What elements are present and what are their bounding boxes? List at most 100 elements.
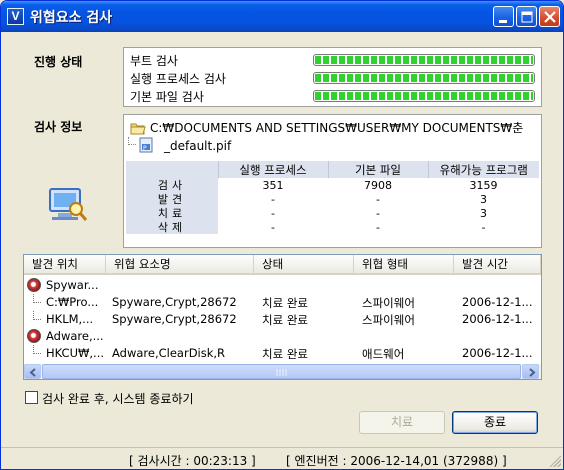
item-threat-name: Spyware,Crypt,28672	[112, 312, 237, 326]
progress-section-label: 진행 상태	[34, 55, 83, 69]
treat-button[interactable]: 치료	[359, 411, 445, 434]
table-cell: -	[376, 220, 380, 234]
progress-row-label: 기본 파일 검사	[130, 90, 204, 104]
status-bar: [ 검사시간 : 00:23:13 ] [ 엔진버전 : 2006-12-14,…	[1, 447, 563, 469]
table-header-corner	[126, 161, 219, 178]
column-header-threat-type[interactable]: 위협 형태	[354, 255, 454, 273]
column-header-location[interactable]: 발견 위치	[24, 255, 106, 273]
progress-fill	[315, 92, 533, 100]
progress-bar	[313, 90, 535, 102]
table-cell: 3	[480, 192, 487, 206]
scan-file-line: P _default.pif	[124, 135, 324, 155]
scrollbar-thumb[interactable]	[42, 364, 521, 379]
list-group-row[interactable]: Spywar...	[24, 277, 541, 294]
item-location: C:₩Pro...	[46, 295, 99, 309]
list-group-row[interactable]: Adware,...	[24, 328, 541, 345]
threat-group-icon	[27, 329, 41, 343]
item-found-time: 2006-12-1...	[462, 346, 533, 360]
item-location: HKLM,...	[46, 312, 94, 326]
close-icon	[544, 11, 556, 23]
item-threat-type: 스파이웨어	[362, 296, 415, 310]
maximize-icon	[521, 11, 533, 23]
item-status: 치료 완료	[262, 313, 308, 327]
table-row: 발견 - - 3	[126, 192, 539, 206]
horizontal-scrollbar[interactable]	[24, 364, 541, 379]
chevron-right-icon	[529, 368, 536, 377]
monitor-scan-icon	[46, 187, 90, 230]
progress-row-basic-file: 기본 파일 검사	[130, 88, 535, 104]
scan-window: V 위협요소 검사 진행 상태 부트 검사 실행 프로세스 검사 기본 파일 검…	[0, 0, 564, 470]
item-found-time: 2006-12-1...	[462, 295, 533, 309]
list-body: Spywar... C:₩Pro... Spyware,Crypt,28672 …	[24, 276, 541, 364]
threat-group-icon	[27, 278, 41, 292]
scroll-left-button[interactable]	[24, 364, 41, 379]
minimize-button[interactable]	[493, 6, 514, 27]
tree-connector	[128, 137, 136, 145]
shutdown-checkbox[interactable]	[25, 391, 38, 404]
table-header: 실행 프로세스	[218, 161, 329, 178]
list-item[interactable]: HKCU₩,... Adware,ClearDisk,R 치료 완료 애드웨어 …	[24, 345, 541, 362]
column-header-found-time[interactable]: 발견 시간	[454, 255, 541, 273]
scan-path: C:₩DOCUMENTS AND SETTINGS₩USER₩MY DOCUME…	[150, 121, 524, 135]
table-cell: -	[376, 192, 380, 206]
maximize-button[interactable]	[516, 6, 537, 27]
tree-connector	[33, 311, 41, 320]
table-row: 검사 351 7908 3159	[126, 178, 539, 192]
item-location: HKCU₩,...	[46, 346, 104, 360]
scan-path-line: C:₩DOCUMENTS AND SETTINGS₩USER₩MY DOCUME…	[130, 119, 523, 136]
column-header-status[interactable]: 상태	[254, 255, 354, 273]
scan-info-label: 검사 정보	[34, 120, 83, 134]
table-cell: -	[271, 192, 275, 206]
list-item[interactable]: C:₩Pro... Spyware,Crypt,28672 치료 완료 스파이웨…	[24, 294, 541, 311]
item-threat-name: Spyware,Crypt,28672	[112, 295, 237, 309]
progress-panel: 부트 검사 실행 프로세스 검사 기본 파일 검사	[123, 47, 542, 107]
progress-bar	[313, 54, 535, 66]
table-row: 치료 - - 3	[126, 206, 539, 220]
folder-icon	[130, 123, 146, 135]
row-label: 치료	[126, 206, 218, 220]
chevron-left-icon	[29, 368, 36, 377]
progress-row-boot: 부트 검사	[130, 52, 535, 68]
table-cell: -	[271, 220, 275, 234]
scroll-right-button[interactable]	[522, 364, 539, 379]
progress-fill	[315, 56, 533, 64]
progress-row-process: 실행 프로세스 검사	[130, 70, 535, 86]
scan-time: [ 검사시간 : 00:23:13 ]	[129, 454, 256, 468]
item-status: 치료 완료	[262, 347, 308, 361]
scan-stats-table: 실행 프로세스 기본 파일 유해가능 프로그램 검사 351 7908 3159…	[126, 161, 539, 234]
column-header-threat-name[interactable]: 위협 요소명	[106, 255, 254, 273]
table-cell: -	[481, 220, 486, 234]
group-name: Adware,...	[46, 329, 104, 343]
progress-row-label: 실행 프로세스 검사	[130, 72, 226, 86]
resize-grip-icon[interactable]	[549, 455, 561, 467]
item-found-time: 2006-12-1...	[462, 312, 533, 326]
progress-bar	[313, 72, 535, 84]
close-button[interactable]	[539, 6, 560, 27]
item-threat-type: 스파이웨어	[362, 313, 415, 327]
table-header: 기본 파일	[328, 161, 429, 178]
group-name: Spywar...	[46, 278, 99, 292]
grip-icon	[276, 369, 287, 376]
item-threat-name: Adware,ClearDisk,R	[112, 346, 226, 360]
table-cell: -	[271, 206, 275, 220]
list-item[interactable]: HKLM,... Spyware,Crypt,28672 치료 완료 스파이웨어…	[24, 311, 541, 328]
table-cell: 351	[262, 178, 284, 192]
tree-connector	[33, 345, 41, 354]
results-list[interactable]: 발견 위치 위협 요소명 상태 위협 형태 발견 시간 Spywar... C:…	[23, 254, 542, 380]
table-cell: 7908	[364, 178, 392, 192]
engine-version: [ 엔진버전 : 2006-12-14,01 (372988) ]	[286, 454, 507, 468]
table-cell: -	[376, 206, 380, 220]
file-icon: P	[139, 137, 153, 153]
scan-file-name: _default.pif	[164, 139, 232, 153]
table-cell: 3	[480, 206, 487, 220]
item-status: 치료 완료	[262, 296, 308, 310]
scan-info-panel: C:₩DOCUMENTS AND SETTINGS₩USER₩MY DOCUME…	[123, 114, 542, 248]
shutdown-checkbox-label[interactable]: 검사 완료 후, 시스템 종료하기	[42, 390, 194, 407]
progress-row-label: 부트 검사	[130, 54, 178, 68]
list-header: 발견 위치 위협 요소명 상태 위협 형태 발견 시간	[24, 255, 541, 275]
title-bar[interactable]: V 위협요소 검사	[1, 1, 563, 32]
svg-text:P: P	[143, 145, 147, 152]
row-label: 발견	[126, 192, 218, 206]
row-label: 삭제	[126, 220, 218, 234]
exit-button[interactable]: 종료	[452, 411, 538, 434]
